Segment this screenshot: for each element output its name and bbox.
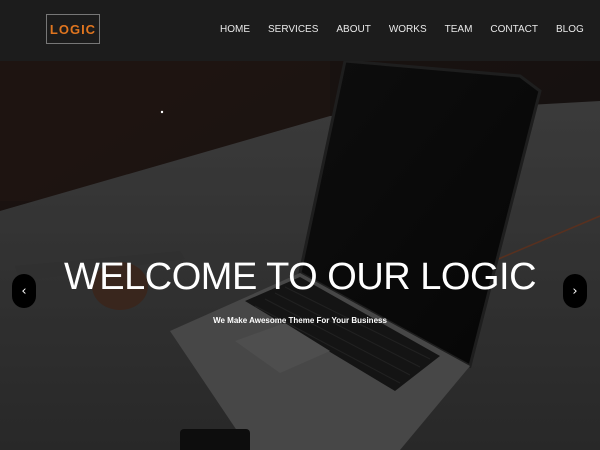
nav-item-about[interactable]: ABOUT: [336, 24, 370, 35]
chevron-right-icon: ›: [572, 283, 578, 299]
nav-item-blog[interactable]: BLOG: [556, 24, 584, 35]
logo[interactable]: LOGIC: [46, 14, 100, 44]
nav-item-works[interactable]: WORKS: [389, 24, 427, 35]
main-nav: HOME SERVICES ABOUT WORKS TEAM CONTACT B…: [220, 24, 584, 35]
nav-item-services[interactable]: SERVICES: [268, 24, 318, 35]
hero-subtitle: We Make Awesome Theme For Your Business: [213, 316, 387, 325]
page: LOGIC HOME SERVICES ABOUT WORKS TEAM CON…: [0, 0, 600, 450]
slider-next-button[interactable]: ›: [563, 274, 587, 308]
hero-slider: WELCOME TO OUR LOGIC We Make Awesome The…: [0, 61, 600, 450]
nav-item-home[interactable]: HOME: [220, 24, 250, 35]
nav-item-contact[interactable]: CONTACT: [490, 24, 538, 35]
slider-prev-button[interactable]: ‹: [12, 274, 36, 308]
hero-title: WELCOME TO OUR LOGIC: [63, 256, 537, 298]
logo-text: LOGIC: [49, 21, 97, 37]
chevron-left-icon: ‹: [21, 283, 27, 299]
navbar: LOGIC HOME SERVICES ABOUT WORKS TEAM CON…: [0, 0, 600, 61]
nav-item-team[interactable]: TEAM: [445, 24, 473, 35]
